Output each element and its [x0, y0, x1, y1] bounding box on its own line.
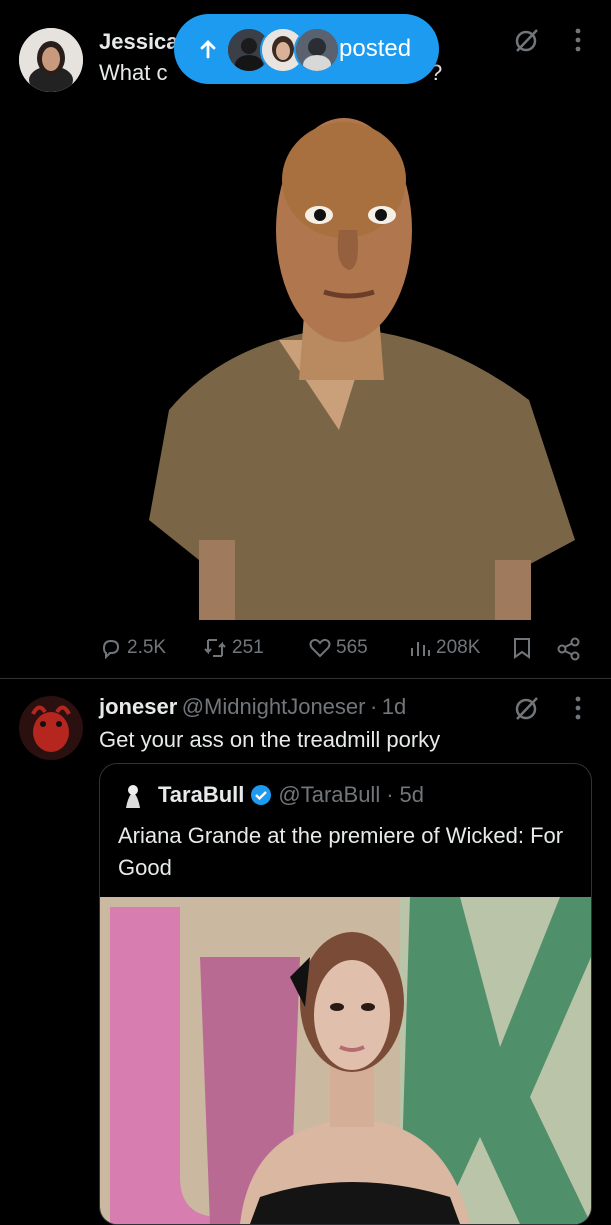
post-text-start: What c: [99, 60, 168, 85]
reply-icon: [102, 639, 120, 660]
grok-icon[interactable]: [509, 690, 545, 726]
like-button[interactable]: 565: [308, 636, 368, 660]
quote-header: TaraBull @TaraBull · 5d: [158, 782, 424, 808]
quote-image[interactable]: [100, 897, 591, 1224]
author-name[interactable]: joneser: [99, 694, 177, 719]
quote-author-name[interactable]: TaraBull: [158, 782, 244, 808]
repost-button[interactable]: 251: [202, 636, 264, 660]
repost-count: 251: [232, 637, 264, 658]
avatar-jessica[interactable]: [19, 28, 83, 92]
quote-post-time[interactable]: 5d: [400, 782, 424, 808]
views-button[interactable]: 208K: [408, 636, 480, 660]
author-handle[interactable]: @MidnightJoneser: [182, 694, 366, 719]
up-arrow-icon: [200, 40, 216, 59]
post-text: Get your ass on the treadmill porky: [99, 727, 441, 752]
repost-icon: [204, 639, 226, 657]
quote-separator-dot: ·: [386, 782, 394, 807]
reply-button[interactable]: 2.5K: [99, 636, 166, 660]
new-posts-pill[interactable]: posted: [174, 14, 439, 84]
quoted-post[interactable]: TaraBull @TaraBull · 5d Ariana Grande at…: [99, 763, 592, 1225]
separator-dot: ·: [369, 694, 378, 719]
author-name[interactable]: Jessica: [99, 29, 179, 55]
share-button[interactable]: [556, 636, 582, 662]
views-icon: [411, 642, 430, 656]
reply-count: 2.5K: [127, 637, 167, 658]
more-icon[interactable]: [560, 22, 596, 58]
post-header: joneser @MidnightJoneser · 1d: [99, 694, 406, 720]
avatar-tarabull[interactable]: [118, 782, 148, 812]
action-bar: 2.5K 251 565 208K: [0, 636, 611, 666]
like-icon: [309, 638, 331, 658]
grok-icon[interactable]: [509, 22, 545, 58]
more-icon[interactable]: [560, 690, 596, 726]
bookmark-button[interactable]: [511, 636, 533, 660]
post-time[interactable]: 1d: [382, 694, 406, 719]
views-count: 208K: [436, 637, 481, 658]
quote-author-handle[interactable]: @TaraBull: [278, 782, 380, 808]
bookmark-icon: [514, 638, 530, 659]
post-text: What c: [99, 60, 167, 86]
like-count: 565: [336, 637, 368, 658]
pill-avatar-3: [294, 27, 340, 73]
verified-badge-icon: [251, 785, 272, 805]
quote-text: Ariana Grande at the premiere of Wicked:…: [118, 823, 564, 880]
avatar-joneser[interactable]: [19, 696, 83, 760]
post-image[interactable]: [99, 100, 591, 620]
share-icon: [557, 637, 580, 661]
pill-label: posted: [339, 35, 412, 62]
post-1[interactable]: Jessica What c ? 2.5K 251 565 208K: [0, 0, 611, 678]
